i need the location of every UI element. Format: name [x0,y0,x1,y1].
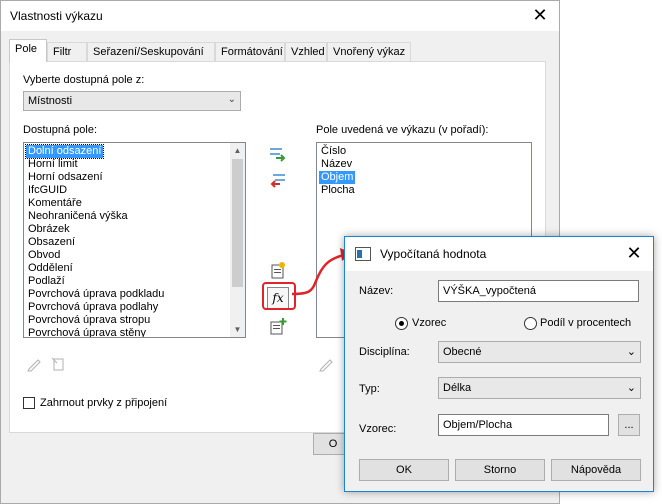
category-select[interactable]: Místnosti ⌄ [23,91,241,111]
list-item[interactable]: Číslo [319,145,348,158]
delete-left-button[interactable] [47,353,69,375]
title-bar: Vlastnosti výkazu ✕ [1,1,559,31]
name-input[interactable]: VÝŠKA_vypočtená [438,280,639,302]
chevron-down-icon: ⌄ [227,94,236,105]
popup-title: Vypočítaná hodnota [380,247,487,261]
formula-input[interactable]: Objem/Plocha [438,414,609,436]
help-button[interactable]: Nápověda [551,459,641,481]
list-item[interactable]: Horní odsazení [26,171,105,184]
popup-title-bar: Vypočítaná hodnota ✕ [345,237,653,271]
dialog-title: Vlastnosti výkazu [10,9,103,23]
cancel-button[interactable]: Storno [455,459,545,481]
percentage-radio[interactable] [524,317,537,330]
edit-left-button[interactable] [23,353,45,375]
list-item[interactable]: Komentáře [26,197,84,210]
available-fields-scrollbar[interactable]: ▲ ▼ [230,143,245,337]
arrow-right-add-icon [270,148,286,162]
list-item[interactable]: Plocha [319,184,357,197]
category-select-value: Místnosti [28,95,73,107]
formula-radio-label: Vzorec [412,317,447,329]
tab-filter[interactable]: Filtr [47,42,87,61]
add-parameter-button[interactable] [267,143,289,165]
tab-formatting[interactable]: Formátování [215,42,285,61]
list-item[interactable]: Podlaží [26,275,67,288]
tab-fields[interactable]: Pole [9,39,47,62]
tab-appearance[interactable]: Vzhled [285,42,327,61]
remove-parameter-button[interactable] [267,169,289,191]
discipline-select[interactable]: Obecné ⌄ [438,341,641,363]
ok-button[interactable]: OK [359,459,449,481]
new-parameter-icon [271,262,285,279]
list-item[interactable]: Neohraničená výška [26,210,130,223]
type-label: Typ: [359,383,380,395]
formula-label: Vzorec: [359,423,397,435]
scheduled-fields-label: Pole uvedená ve výkazu (v pořadí): [316,124,489,136]
include-linked-label: Zahrnout prvky z připojení [40,397,168,409]
percentage-radio-label: Podíl v procentech [540,317,632,329]
formula-browse-button[interactable]: ... [618,414,640,436]
pencil-edit-icon [27,359,41,372]
combine-parameters-button[interactable] [267,315,289,337]
scroll-up-icon[interactable]: ▲ [230,143,245,158]
available-fields-label: Dostupná pole: [23,124,97,136]
tab-embedded-schedule[interactable]: Vnořený výkaz [327,42,411,61]
scroll-thumb[interactable] [232,159,243,287]
list-item[interactable]: Horní limit [26,158,80,171]
list-item[interactable]: Objem [319,171,356,184]
pencil-edit-icon [319,359,333,372]
new-parameter-button[interactable] [267,259,289,281]
list-item[interactable]: Povrchová úprava stropu [26,314,152,327]
list-item[interactable]: Povrchová úprava podkladu [26,288,166,301]
name-label: Název: [359,285,394,297]
list-item[interactable]: Povrchová úprava stěny [26,327,148,337]
name-input-value: VÝŠKA_vypočtená [443,285,536,297]
available-fields-list[interactable]: Dolní odsazení Horní limit Horní odsazení I… [23,142,246,338]
select-fields-label: Vyberte dostupná pole z: [23,74,145,86]
list-item[interactable]: Obrázek [26,223,72,236]
type-select[interactable]: Délka ⌄ [438,377,641,399]
edit-right-button[interactable] [315,353,337,375]
list-item[interactable]: Obvod [26,249,62,262]
delete-icon [51,357,64,371]
calculated-value-dialog: Vypočítaná hodnota ✕ Název: VÝŠKA_vypočt… [344,236,654,492]
scroll-down-icon[interactable]: ▼ [230,322,245,337]
list-item[interactable]: Dolní odsazení [24,144,105,159]
list-item[interactable]: IfcGUID [26,184,69,197]
tab-sorting-grouping[interactable]: Seřazení/Seskupování [87,42,215,61]
chevron-down-icon: ⌄ [626,346,636,358]
chevron-down-icon: ⌄ [626,382,636,394]
arrow-left-remove-icon [270,174,285,188]
combine-parameters-icon [270,318,287,335]
include-linked-checkbox[interactable] [23,397,35,409]
formula-radio[interactable] [395,317,408,330]
formula-input-value: Objem/Plocha [443,419,513,431]
close-icon[interactable]: ✕ [527,3,553,27]
discipline-select-value: Obecné [443,346,482,358]
list-item[interactable]: Název [319,158,354,171]
list-item[interactable]: Povrchová úprava podlahy [26,301,160,314]
type-select-value: Délka [443,382,472,394]
close-icon[interactable]: ✕ [621,241,647,265]
list-item[interactable]: Obsazení [26,236,77,249]
list-item[interactable]: Oddělení [26,262,75,275]
callout-highlight [262,282,296,310]
dialog-window-icon [355,247,371,261]
discipline-label: Disciplína: [359,346,410,358]
